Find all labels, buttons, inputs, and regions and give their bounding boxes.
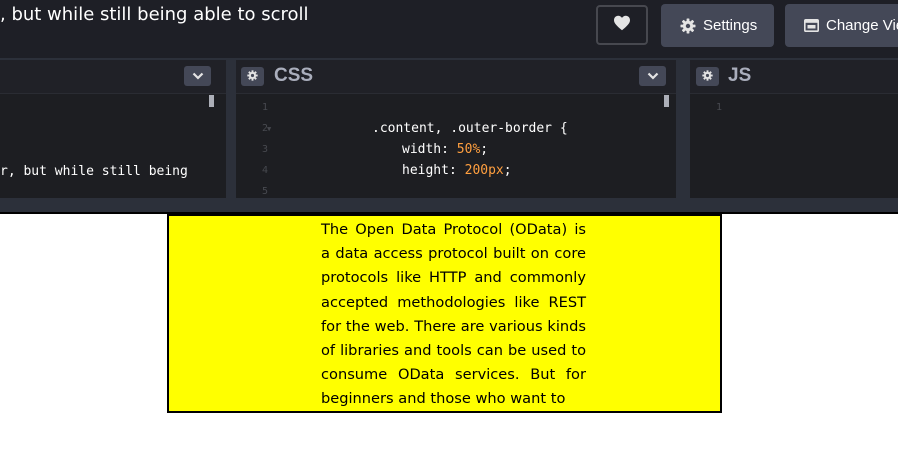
css-collapse-button[interactable] bbox=[639, 66, 666, 86]
settings-button[interactable]: Settings bbox=[661, 4, 774, 47]
html-code[interactable]: r, but while still being bbox=[0, 94, 226, 198]
html-code-line: r, but while still being bbox=[0, 164, 188, 179]
css-semicolon: ; bbox=[480, 142, 489, 157]
fold-arrow-icon[interactable]: ▼ bbox=[267, 125, 271, 133]
line-number: 1 bbox=[715, 102, 722, 113]
line-number: 1 bbox=[261, 102, 268, 113]
editor-resize-bar[interactable] bbox=[0, 198, 898, 212]
css-value: 200px bbox=[464, 163, 504, 178]
css-semicolon: ; bbox=[503, 163, 512, 178]
line-number: 5 bbox=[261, 186, 268, 197]
change-view-label: Change View bbox=[826, 17, 898, 34]
gear-icon bbox=[680, 18, 696, 34]
content-paragraph: The Open Data Protocol (OData) is a data… bbox=[321, 221, 586, 408]
css-settings-button[interactable] bbox=[241, 67, 264, 86]
js-settings-button[interactable] bbox=[696, 67, 719, 86]
js-code[interactable]: 1 bbox=[690, 94, 898, 198]
html-scrollbar[interactable] bbox=[209, 95, 214, 107]
gear-icon bbox=[702, 68, 713, 86]
css-property: height: bbox=[402, 163, 465, 178]
html-editor-header bbox=[0, 60, 226, 94]
js-editor-title: JS bbox=[728, 65, 752, 86]
css-editor-header: CSS bbox=[236, 60, 676, 94]
css-selector-line: .content, .outer-border { bbox=[372, 121, 568, 136]
css-width-line: width: 50%; bbox=[402, 142, 488, 157]
css-property: width: bbox=[402, 142, 457, 157]
chevron-down-icon bbox=[647, 67, 659, 85]
css-editor[interactable]: CSS 1 2 3 4 5 ▼ .content, .outer-border … bbox=[236, 60, 676, 198]
outer-border-box: The Open Data Protocol (OData) is a data… bbox=[167, 214, 722, 413]
settings-label: Settings bbox=[703, 17, 758, 34]
css-height-line: height: 200px; bbox=[402, 163, 512, 178]
css-value: 50% bbox=[456, 142, 481, 157]
line-number: 3 bbox=[261, 144, 268, 155]
css-editor-title: CSS bbox=[274, 65, 314, 86]
change-view-icon bbox=[804, 19, 819, 32]
gear-icon bbox=[247, 68, 258, 86]
chevron-down-icon bbox=[192, 67, 204, 85]
js-editor-header: JS bbox=[690, 60, 898, 94]
heart-icon bbox=[613, 15, 631, 36]
pen-title[interactable]: , but while still being able to scroll bbox=[0, 4, 309, 25]
css-scrollbar[interactable] bbox=[664, 95, 669, 107]
line-number: 2 bbox=[261, 123, 268, 134]
change-view-button[interactable]: Change View bbox=[785, 4, 898, 47]
html-collapse-button[interactable] bbox=[184, 66, 211, 86]
html-editor[interactable]: r, but while still being bbox=[0, 60, 226, 198]
love-button[interactable] bbox=[596, 5, 648, 45]
line-number: 4 bbox=[261, 165, 268, 176]
top-header: , but while still being able to scroll S… bbox=[0, 0, 898, 58]
css-code[interactable]: 1 2 3 4 5 ▼ .content, .outer-border { wi… bbox=[236, 94, 676, 198]
js-editor[interactable]: JS 1 bbox=[690, 60, 898, 198]
